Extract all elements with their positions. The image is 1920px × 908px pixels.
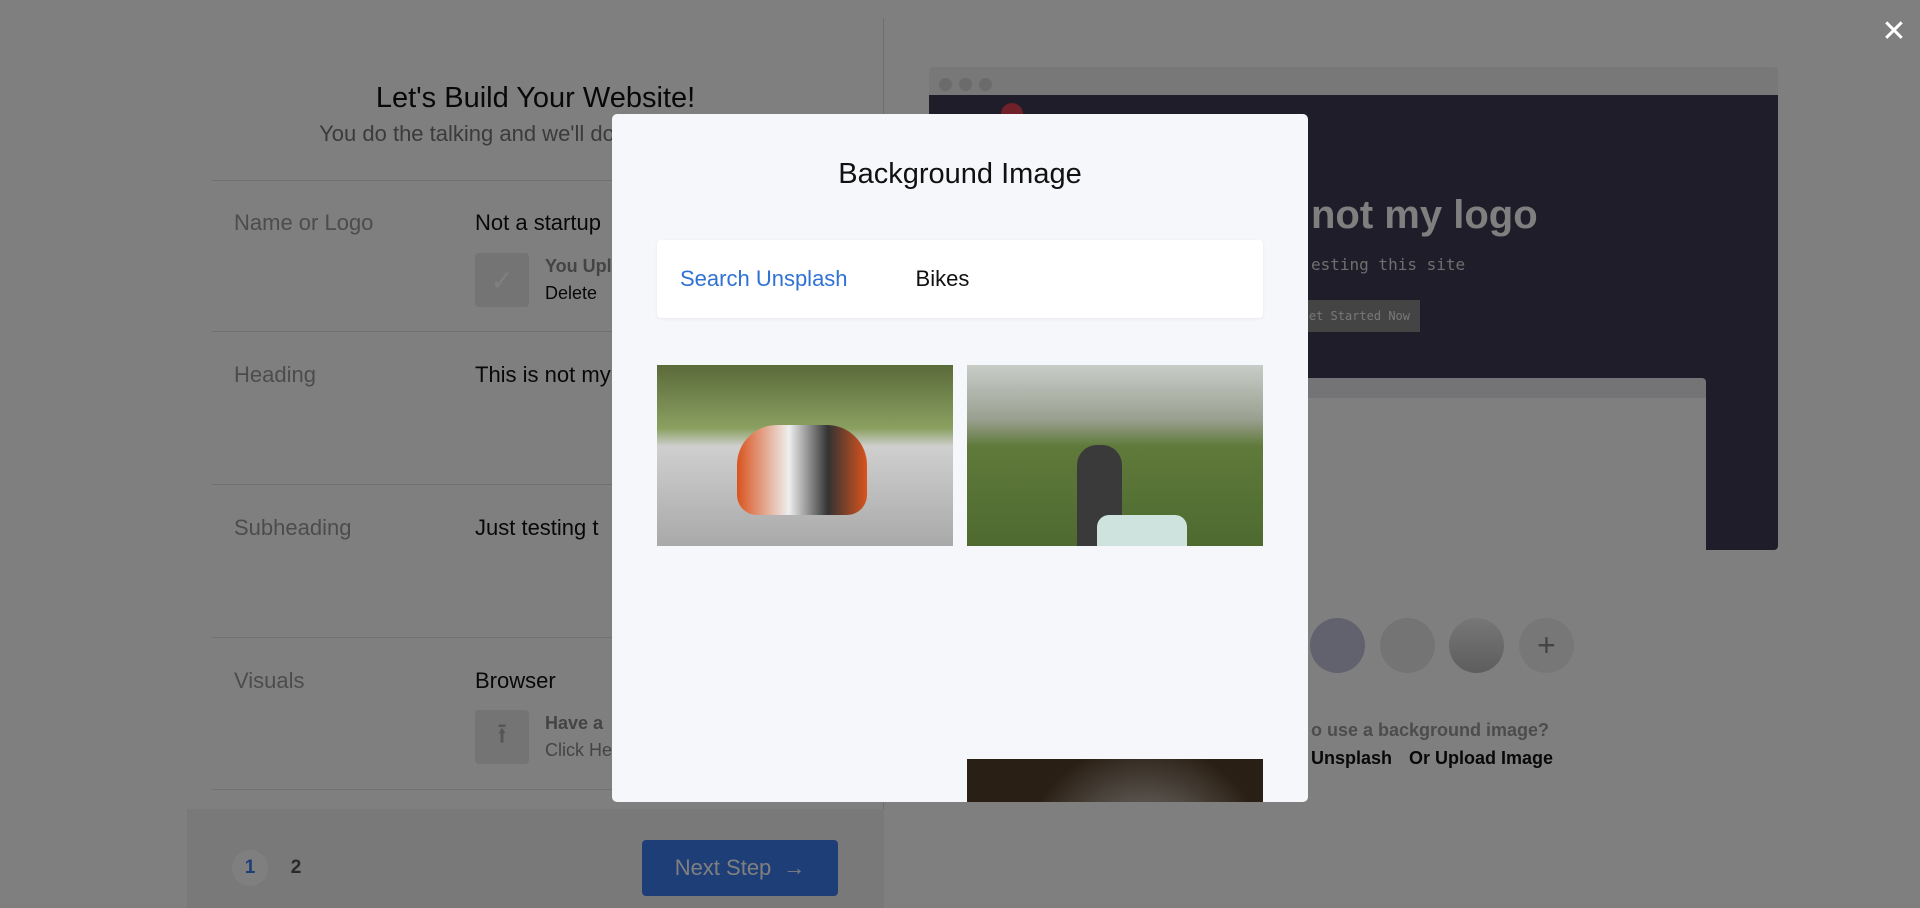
search-input[interactable] xyxy=(915,266,1216,292)
image-result[interactable] xyxy=(967,365,1263,546)
image-result[interactable] xyxy=(657,365,953,546)
search-unsplash-tab[interactable]: Search Unsplash xyxy=(680,266,848,292)
background-image-modal: Background Image Search Unsplash xyxy=(612,114,1308,802)
search-bar: Search Unsplash xyxy=(657,240,1263,318)
modal-title: Background Image xyxy=(838,158,1082,190)
image-result[interactable] xyxy=(967,759,1263,802)
close-icon[interactable]: ✕ xyxy=(1880,17,1908,47)
